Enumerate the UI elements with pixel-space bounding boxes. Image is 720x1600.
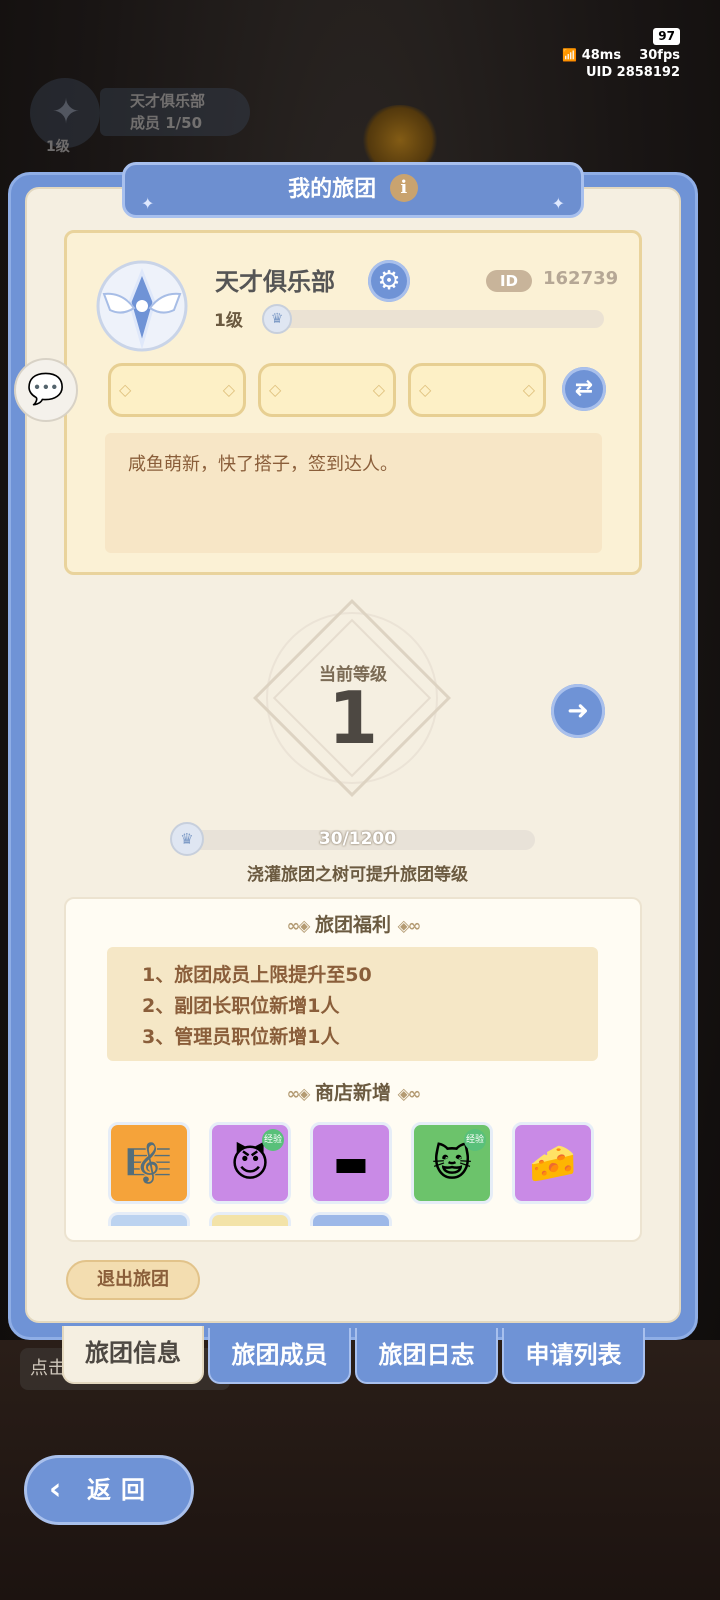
- background-club-level: 1级: [46, 139, 70, 155]
- exp-tag: 经验: [262, 1129, 284, 1151]
- tab-application-list[interactable]: 申请列表: [502, 1328, 645, 1384]
- latency-text: 48ms: [581, 48, 622, 63]
- background-club-members: 成员 1/50: [130, 114, 203, 132]
- cheese-icon: 🧀: [529, 1141, 577, 1185]
- tag-slot-2[interactable]: [258, 363, 396, 417]
- iron-ingot-icon: ▬: [333, 1141, 369, 1185]
- window-title: 我的旅团: [288, 177, 377, 202]
- lyre-icon: 🎼: [125, 1141, 173, 1185]
- fps-text: 30fps: [639, 48, 680, 63]
- club-emblem-icon: [96, 260, 188, 352]
- info-icon[interactable]: i: [389, 174, 418, 202]
- uid-value: 2858192: [616, 65, 680, 80]
- chevron-left-icon: ‹: [49, 1472, 62, 1507]
- shop-title: ∞◈ 商店新增 ◈∞: [64, 1078, 642, 1105]
- background-club-name: 天才俱乐部: [130, 92, 206, 110]
- shop-item[interactable]: 😺 经验: [411, 1122, 493, 1204]
- benefit-item: 3、管理员职位新增1人: [142, 1026, 340, 1048]
- benefits-title: ∞◈ 旅团福利 ◈∞: [64, 910, 642, 937]
- benefit-item: 1、旅团成员上限提升至50: [142, 964, 372, 986]
- sparkle-icon: ✦: [141, 194, 155, 213]
- club-emblem-icon: ✦: [51, 92, 81, 132]
- tag-slot-1[interactable]: [108, 363, 246, 417]
- ornament-icon: ∞◈: [286, 916, 311, 935]
- sparkle-icon: ✦: [551, 194, 565, 213]
- shop-item[interactable]: 🧀: [512, 1122, 594, 1204]
- club-level-label: 1级: [214, 311, 243, 331]
- status-bar: 97 📶 48ms 30fps UID 2858192: [562, 28, 680, 81]
- id-badge: ID: [486, 270, 532, 292]
- next-level-button[interactable]: ➜: [551, 684, 605, 738]
- back-label: 返回: [87, 1476, 155, 1504]
- shop-item-peek[interactable]: [108, 1212, 190, 1226]
- ornament-icon: ◈∞: [397, 916, 422, 935]
- exp-tag: 经验: [464, 1129, 486, 1151]
- back-button[interactable]: ‹ 返回: [24, 1455, 194, 1525]
- tab-club-log[interactable]: 旅团日志: [355, 1328, 498, 1384]
- current-level-value: 1: [327, 676, 379, 760]
- club-description: 咸鱼萌新，快了搭子，签到达人。: [128, 454, 398, 475]
- shop-item[interactable]: ▬: [310, 1122, 392, 1204]
- level-hint: 浇灌旅团之树可提升旅团等级: [247, 865, 468, 885]
- club-name: 天才俱乐部: [215, 268, 335, 296]
- shop-title-text: 商店新增: [314, 1082, 391, 1104]
- uid-label: UID: [585, 65, 613, 80]
- crown-icon: ♛: [262, 304, 292, 334]
- tab-club-members[interactable]: 旅团成员: [208, 1328, 351, 1384]
- chat-icon[interactable]: 💬: [14, 358, 78, 422]
- benefits-title-text: 旅团福利: [314, 914, 391, 936]
- level-progress-text: 30/1200: [318, 829, 397, 849]
- swap-tags-button[interactable]: ⇄: [562, 367, 606, 411]
- window-title-banner: ✦ 我的旅团 i ✦: [122, 162, 584, 218]
- shop-item-peek[interactable]: [310, 1212, 392, 1226]
- benefit-item: 2、副团长职位新增1人: [142, 995, 340, 1017]
- tag-slot-3[interactable]: [408, 363, 546, 417]
- quit-club-button[interactable]: 退出旅团: [66, 1260, 200, 1300]
- battery-indicator: 97: [653, 28, 680, 45]
- shop-item[interactable]: 😈 经验: [209, 1122, 291, 1204]
- club-id: 162739: [543, 268, 619, 289]
- ornament-icon: ∞◈: [286, 1084, 311, 1103]
- tab-club-info[interactable]: 旅团信息: [62, 1326, 204, 1384]
- gear-icon[interactable]: ⚙: [368, 260, 410, 302]
- club-exp-bar: [268, 310, 604, 328]
- wifi-icon: 📶: [562, 48, 578, 62]
- shop-item[interactable]: 🎼: [108, 1122, 190, 1204]
- ornament-icon: ◈∞: [397, 1084, 422, 1103]
- shop-item-peek[interactable]: [209, 1212, 291, 1226]
- background-club-badge: ✦ 1级 天才俱乐部 成员 1/50: [10, 78, 255, 155]
